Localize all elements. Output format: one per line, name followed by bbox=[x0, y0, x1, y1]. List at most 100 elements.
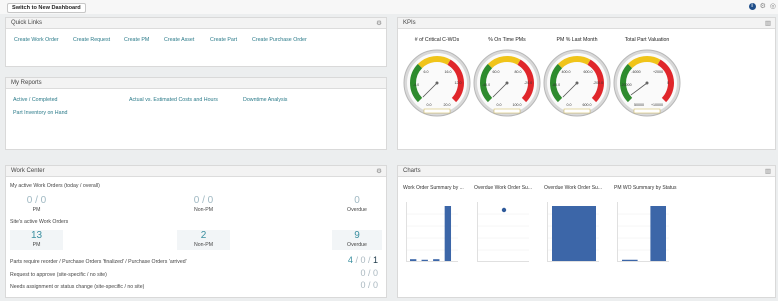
chart-bar bbox=[433, 259, 440, 261]
site-pm-box[interactable]: 13 PM bbox=[10, 230, 63, 250]
gauge-hub bbox=[645, 81, 649, 85]
gauge-tick-label: 60.0 bbox=[493, 70, 500, 74]
panel-title: KPIs bbox=[403, 20, 416, 26]
quick-links-header: Quick Links ⚙ bbox=[6, 18, 386, 29]
gear-icon[interactable]: ⚙ bbox=[376, 166, 382, 177]
parts-reorder-values[interactable]: 4 / 0 / 1 bbox=[348, 255, 378, 265]
gear-icon[interactable]: ⚙ bbox=[376, 18, 382, 29]
gauge-tick-label: +10000 bbox=[651, 103, 663, 107]
charts-panel: Charts ▥ Work Order Summary by ... Overdu… bbox=[397, 165, 776, 298]
my-reports-panel: My Reports Active / Completed Actual vs.… bbox=[5, 77, 387, 150]
chart-icon[interactable]: ▥ bbox=[765, 18, 771, 29]
panel-title: My Reports bbox=[11, 80, 42, 86]
needs-assignment-values[interactable]: 0 / 0 bbox=[360, 280, 378, 290]
chart-bar bbox=[650, 206, 666, 261]
chart-bar bbox=[622, 259, 638, 261]
gauge-tick-label: 16.0 bbox=[445, 70, 452, 74]
report-costs-hours-link[interactable]: Actual vs. Estimated Costs and Hours bbox=[129, 97, 218, 103]
request-approve-site-count[interactable]: 0 bbox=[360, 268, 365, 278]
top-icons: i ⚙ ◎ bbox=[748, 3, 776, 10]
chart-title: Overdue Work Order Su... bbox=[544, 185, 602, 191]
needs-assignment-site-count[interactable]: 0 bbox=[360, 280, 365, 290]
charts-header: Charts ▥ bbox=[398, 166, 775, 177]
gauge-tick-label: 0.0 bbox=[567, 103, 572, 107]
gauge-hub bbox=[575, 81, 579, 85]
switch-dashboard-button[interactable]: Switch to New Dashboard bbox=[7, 3, 86, 13]
gauge-tick-label: 400.0 bbox=[562, 70, 571, 74]
kpi-gauge[interactable]: -80.0 400.0 600.0 -200.0 0.0 600.0 bbox=[542, 48, 612, 118]
kpis-header: KPIs ▥ bbox=[398, 18, 775, 29]
gauge-tick-label: -80.0 bbox=[552, 83, 560, 87]
chart-plot[interactable] bbox=[547, 202, 599, 262]
po-arrived-count[interactable]: 1 bbox=[373, 255, 378, 265]
gauge-tick-label: +2000 bbox=[653, 70, 663, 74]
report-part-inventory-link[interactable]: Part Inventory on Hand bbox=[13, 110, 67, 116]
gauge-tick-label: 80.0 bbox=[515, 70, 522, 74]
my-pm-box[interactable]: 0 / 0 PM bbox=[10, 195, 63, 215]
top-bar: Switch to New Dashboard i ⚙ ◎ bbox=[0, 0, 778, 14]
my-active-label: My active Work Orders (today / overall) bbox=[10, 183, 100, 189]
parts-reorder-label: Parts require reorder / Purchase Orders … bbox=[10, 259, 187, 265]
my-overdue-value: 0 bbox=[354, 195, 360, 206]
gauge-tick-label: 100.0 bbox=[513, 103, 522, 107]
gauge-tick-label: 600.0 bbox=[583, 103, 592, 107]
chart-plot[interactable] bbox=[477, 202, 529, 262]
site-overdue-box[interactable]: 9 Overdue bbox=[332, 230, 382, 250]
gauge-value-box bbox=[493, 108, 521, 114]
my-pm-value: 0 / 0 bbox=[26, 195, 47, 206]
create-asset-link[interactable]: Create Asset bbox=[164, 37, 194, 43]
my-overdue-box[interactable]: 0 Overdue bbox=[332, 195, 382, 215]
kpi-gauge[interactable]: -20000 -6000 +2000 0 50000 +10000 bbox=[612, 48, 682, 118]
chart-title: PM WO Summary by Status bbox=[614, 185, 677, 191]
chart-bar bbox=[552, 206, 596, 261]
info-icon[interactable]: i bbox=[748, 3, 756, 10]
create-request-link[interactable]: Create Request bbox=[73, 37, 110, 43]
gauge-tick-label: -20000 bbox=[620, 83, 631, 87]
site-nonpm-box[interactable]: 2 Non-PM bbox=[177, 230, 230, 250]
gauge-tick-label: -200.0 bbox=[593, 81, 603, 85]
gauge-tick-label: -40.0 bbox=[482, 83, 490, 87]
create-part-link[interactable]: Create Part bbox=[210, 37, 237, 43]
gauge-tick-label: 0.0 bbox=[427, 103, 432, 107]
create-pm-link[interactable]: Create PM bbox=[124, 37, 149, 43]
request-approve-nosite-count[interactable]: 0 bbox=[373, 268, 378, 278]
kpi-title: % On Time PMs bbox=[488, 37, 526, 43]
kpi-gauge[interactable]: -40.0 60.0 80.0 -20.0 0.0 100.0 bbox=[472, 48, 542, 118]
request-approve-label: Request to approve (site-specific / no s… bbox=[10, 272, 107, 278]
chart-bar bbox=[444, 206, 452, 261]
po-finalized-count[interactable]: 0 bbox=[360, 255, 365, 265]
kpi-gauge[interactable]: -4.0 6.0 16.0 12.0 0.0 20.0 bbox=[402, 48, 472, 118]
request-approve-values[interactable]: 0 / 0 bbox=[360, 268, 378, 278]
report-downtime-link[interactable]: Downtime Analysis bbox=[243, 97, 287, 103]
parts-reorder-count[interactable]: 4 bbox=[348, 255, 353, 265]
gauge-hub bbox=[505, 81, 509, 85]
needs-assignment-nosite-count[interactable]: 0 bbox=[373, 280, 378, 290]
kpis-panel: KPIs ▥ # of Critical C-WOs -4.0 6.0 16.0 12.… bbox=[397, 17, 776, 150]
my-reports-header: My Reports bbox=[6, 78, 386, 89]
chart-icon[interactable]: ▥ bbox=[765, 166, 771, 177]
create-work-order-link[interactable]: Create Work Order bbox=[14, 37, 59, 43]
site-overdue-value: 9 bbox=[354, 230, 360, 241]
gauge-value-box bbox=[633, 108, 661, 114]
gauge-tick-label: 20.0 bbox=[444, 103, 451, 107]
help-icon[interactable]: ◎ bbox=[770, 3, 776, 10]
needs-assignment-label: Needs assignment or status change (site-… bbox=[10, 284, 145, 290]
site-nonpm-value: 2 bbox=[200, 230, 207, 241]
chart-title: Work Order Summary by ... bbox=[403, 185, 464, 191]
my-nonpm-box[interactable]: 0 / 0 Non-PM bbox=[177, 195, 230, 215]
site-active-label: Site's active Work Orders bbox=[10, 219, 69, 225]
kpi-title: PM % Last Month bbox=[556, 37, 598, 43]
create-purchase-order-link[interactable]: Create Purchase Order bbox=[252, 37, 307, 43]
my-overdue-label: Overdue bbox=[347, 207, 367, 213]
chart-plot[interactable] bbox=[406, 202, 458, 262]
my-nonpm-label: Non-PM bbox=[193, 207, 214, 213]
panel-title: Quick Links bbox=[11, 20, 43, 26]
gear-icon[interactable]: ⚙ bbox=[760, 3, 766, 10]
gauge-tick-label: 6.0 bbox=[424, 70, 429, 74]
site-pm-value: 13 bbox=[30, 230, 43, 241]
gauge-tick-label: 0 bbox=[667, 81, 669, 85]
chart-plot[interactable] bbox=[617, 202, 669, 262]
gauge-tick-label: -4.0 bbox=[413, 83, 419, 87]
report-active-completed-link[interactable]: Active / Completed bbox=[13, 97, 57, 103]
site-nonpm-label: Non-PM bbox=[193, 242, 214, 248]
